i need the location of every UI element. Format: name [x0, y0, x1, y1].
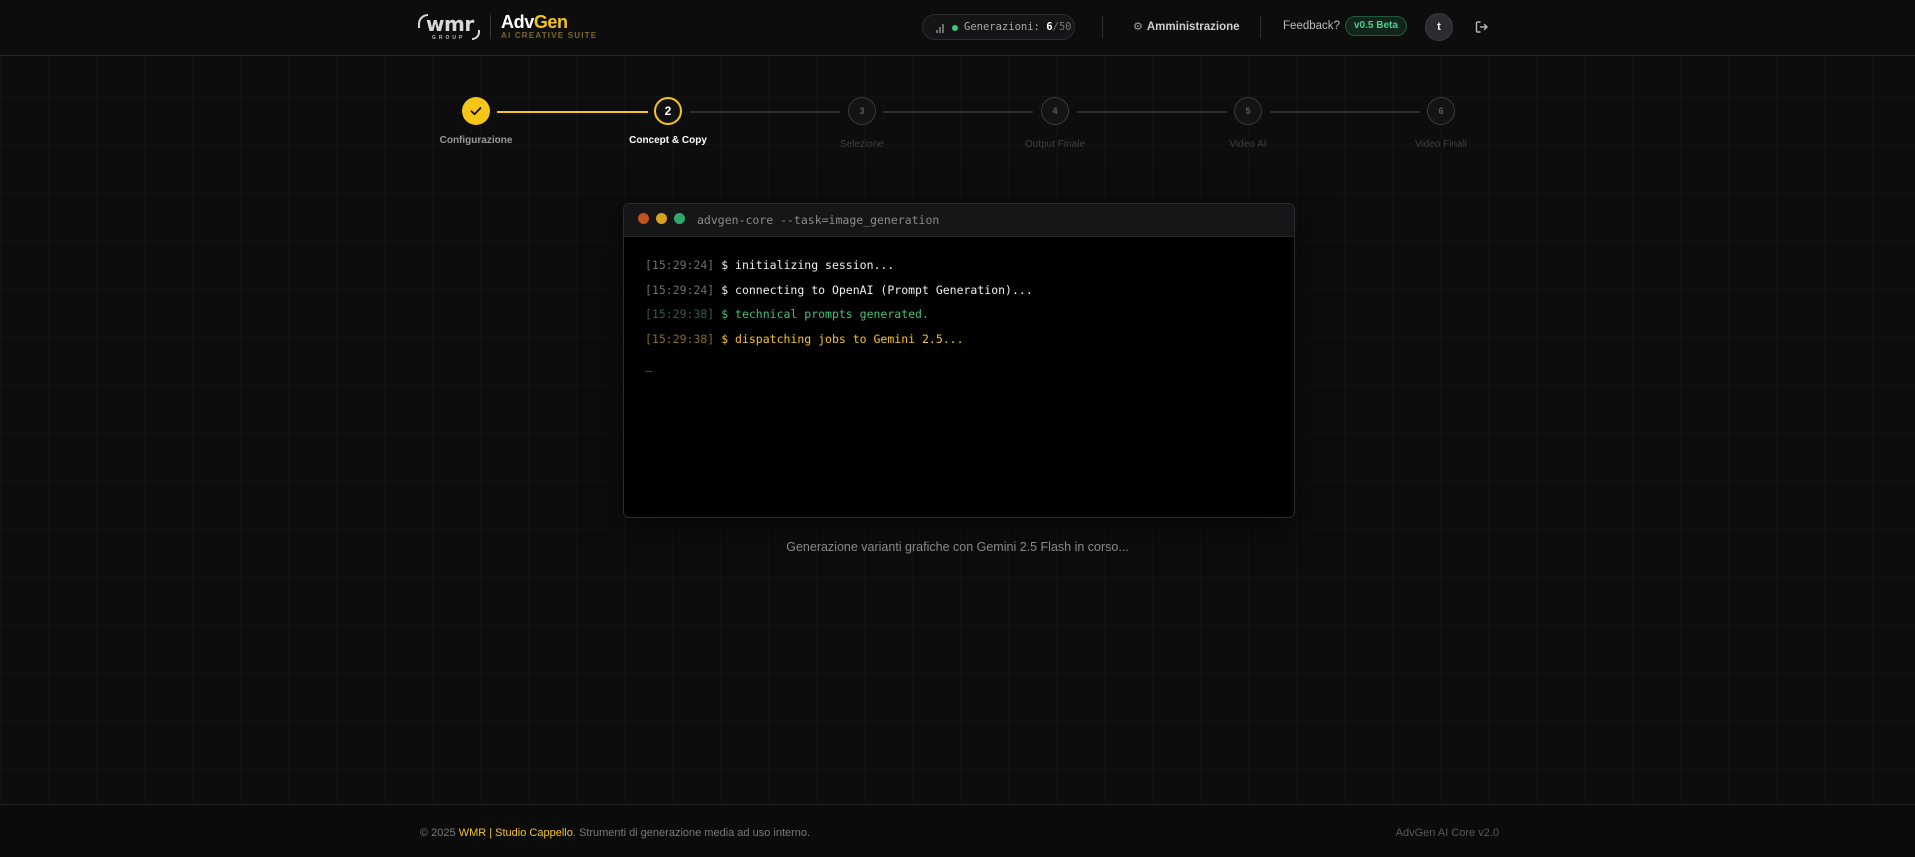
step-6-circle: 6 [1427, 97, 1455, 125]
bar-chart-icon [936, 23, 946, 33]
footer: © 2025 WMR | Studio Cappello. Strumenti … [0, 804, 1915, 857]
generations-total: /50 [1052, 21, 1072, 33]
step-connector [1270, 111, 1420, 113]
top-header: wmr GROUP AdvGen AI CREATIVE SUITE Gener… [0, 0, 1915, 56]
terminal-title-bar: advgen-core --task=image_generation [624, 204, 1294, 237]
logo-group-text: GROUP [432, 35, 466, 41]
step-1-label: Configurazione [439, 135, 513, 146]
terminal-window: advgen-core --task=image_generation [15:… [623, 203, 1295, 518]
step-3-label: Selezione [840, 139, 884, 150]
log-message: $ technical prompts generated. [721, 307, 929, 321]
log-message: $ connecting to OpenAI (Prompt Generatio… [721, 282, 1033, 297]
maximize-dot-icon [674, 213, 685, 224]
log-line: [15:29:38] $ dispatching jobs to Gemini … [645, 332, 1274, 357]
header-divider [1102, 16, 1103, 38]
step-connector [1077, 111, 1227, 113]
log-timestamp: [15:29:24] [645, 258, 715, 272]
admin-label: Amministrazione [1146, 21, 1240, 33]
step-2-label: Concept & Copy [629, 135, 707, 146]
footer-description: . Strumenti di generazione media ad uso … [572, 827, 811, 839]
log-line: [15:29:24] $ initializing session... [645, 258, 1274, 283]
logo-divider [490, 15, 491, 39]
generations-counter: Generazioni: 6/50 [922, 14, 1075, 40]
step-5-circle: 5 [1234, 97, 1262, 125]
step-3-circle: 3 [848, 97, 876, 125]
brand-gen: Gen [533, 12, 568, 32]
terminal-log: [15:29:24] $ initializing session... [15… [645, 258, 1274, 372]
checkmark-icon [470, 107, 482, 116]
version-badge: v0.5 Beta [1345, 16, 1407, 36]
wmr-group-logo[interactable]: wmr GROUP [418, 12, 480, 42]
gear-icon: ⚙ [1133, 21, 1143, 33]
terminal-title: advgen-core --task=image_generation [697, 213, 940, 227]
admin-link[interactable]: ⚙ Amministrazione [1133, 20, 1240, 33]
user-avatar[interactable]: t [1425, 13, 1453, 41]
logo-arc-right [472, 30, 480, 40]
step-connector [883, 111, 1033, 113]
log-timestamp: [15:29:24] [645, 282, 715, 297]
step-2-circle[interactable]: 2 [654, 97, 682, 125]
generations-label: Generazioni: [964, 21, 1040, 33]
app-brand-name[interactable]: AdvGen [501, 12, 568, 33]
logout-icon[interactable] [1474, 19, 1490, 35]
status-dot [952, 25, 958, 31]
copyright-text: © 2025 [420, 827, 459, 839]
step-connector [690, 111, 840, 113]
footer-version: AdvGen AI Core v2.0 [1395, 827, 1499, 839]
step-4-circle: 4 [1041, 97, 1069, 125]
generation-status-text: Generazione varianti grafiche con Gemini… [786, 540, 1129, 554]
step-5-label: Video AI [1229, 139, 1267, 150]
step-1-circle[interactable] [462, 97, 490, 125]
step-connector [497, 111, 648, 113]
header-divider [1260, 16, 1261, 38]
terminal-cursor: _ [645, 358, 652, 372]
minimize-dot-icon [656, 213, 667, 224]
log-timestamp: [15:29:38] [645, 331, 715, 346]
logo-wmr-text: wmr [426, 12, 474, 36]
footer-copyright: © 2025 WMR | Studio Cappello. Strumenti … [420, 827, 810, 839]
log-line: [15:29:24] $ connecting to OpenAI (Promp… [645, 283, 1274, 308]
log-line: [15:29:38] $ technical prompts generated… [645, 307, 1274, 332]
close-dot-icon [638, 213, 649, 224]
log-message: $ dispatching jobs to Gemini 2.5... [721, 331, 964, 346]
step-4-label: Output Finale [1024, 139, 1086, 150]
progress-stepper: Configurazione 2 Concept & Copy 3 Selezi… [0, 95, 1915, 155]
log-message: $ initializing session... [721, 258, 895, 272]
brand-adv: Adv [501, 12, 534, 32]
footer-brand-link[interactable]: WMR | Studio Cappello [459, 827, 573, 839]
log-timestamp: [15:29:38] [645, 307, 715, 321]
brand-subtitle: AI CREATIVE SUITE [501, 31, 598, 40]
feedback-link[interactable]: Feedback? [1283, 20, 1340, 32]
step-6-label: Video Finali [1414, 139, 1468, 150]
